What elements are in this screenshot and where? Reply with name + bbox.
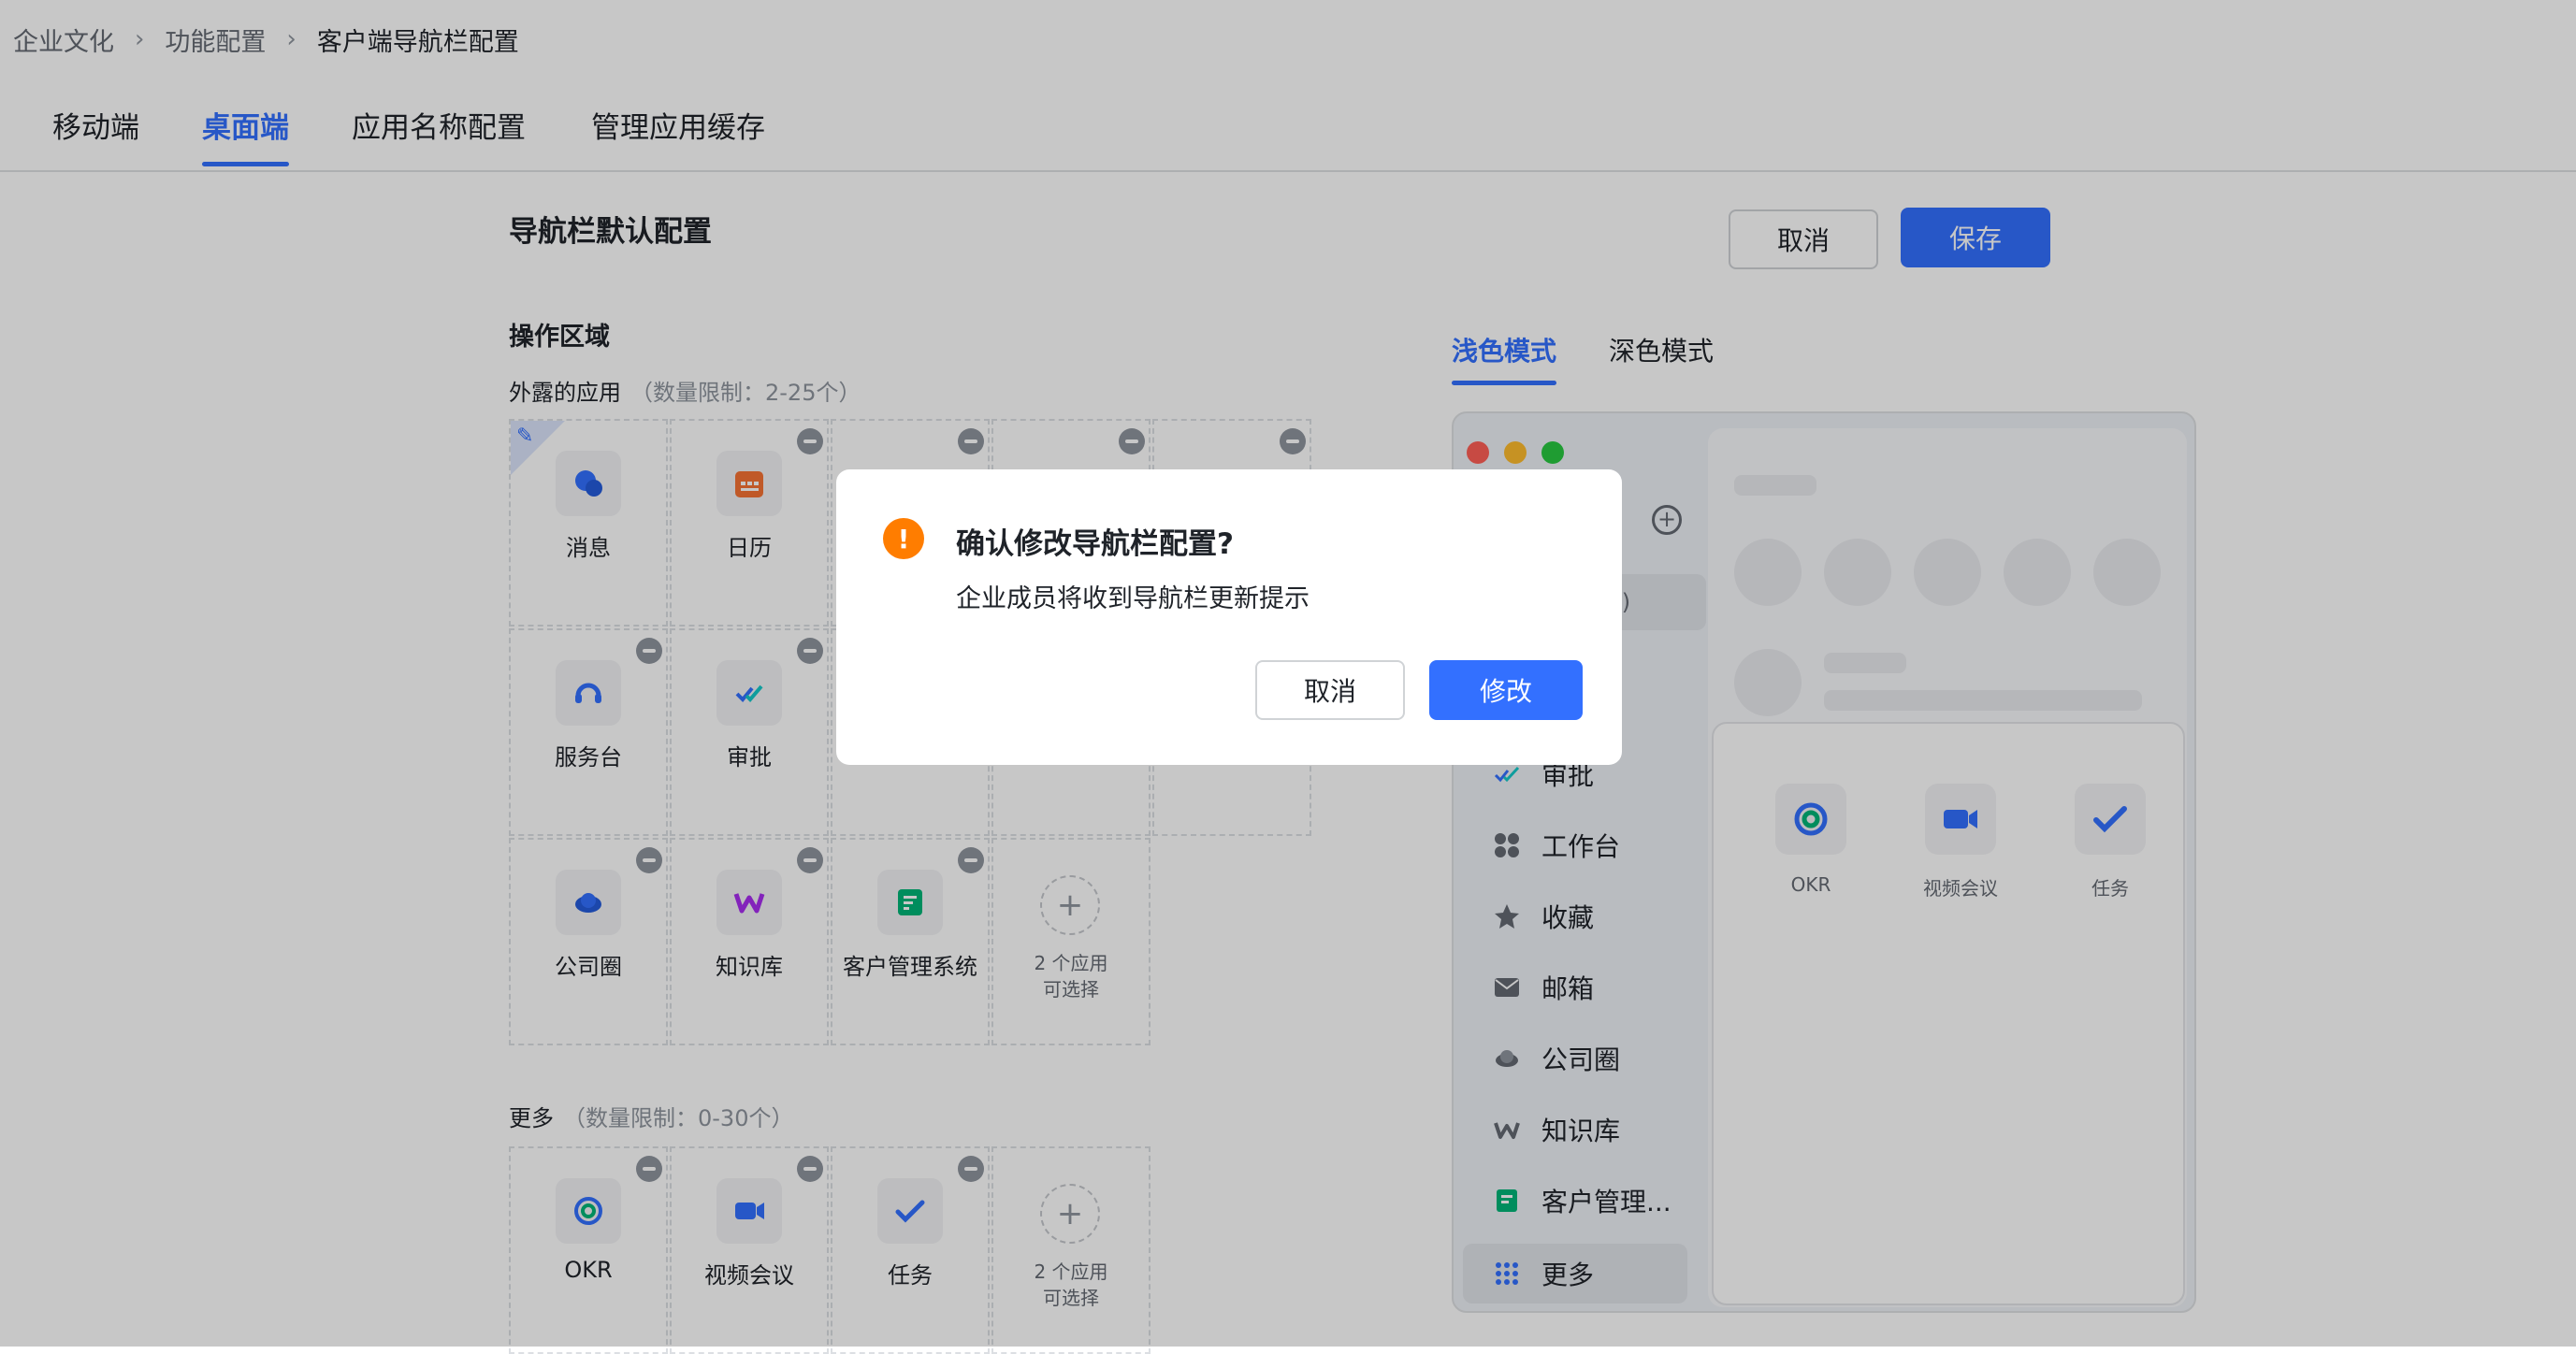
dialog-title: 确认修改导航栏配置?: [956, 527, 1234, 561]
warning-icon: !: [883, 518, 924, 559]
dialog-cancel-button[interactable]: 取消: [1255, 660, 1405, 720]
confirm-dialog: ! 确认修改导航栏配置? 企业成员将收到导航栏更新提示 取消 修改: [836, 469, 1622, 765]
dialog-confirm-button[interactable]: 修改: [1429, 660, 1583, 720]
page: 企业文化 › 功能配置 › 客户端导航栏配置 移动端 桌面端 应用名称配置 管理…: [0, 0, 2576, 1354]
dialog-description: 企业成员将收到导航栏更新提示: [956, 584, 1310, 613]
